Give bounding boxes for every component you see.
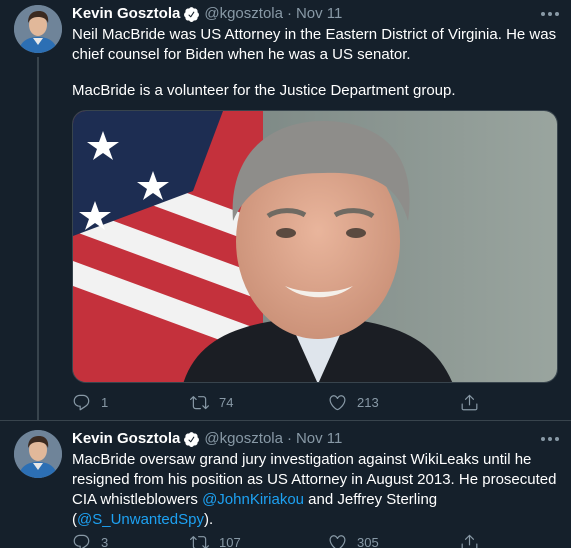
like-count: 213 [357,394,379,410]
tweet-actions: 1 74 213 [72,391,492,413]
retweet-button[interactable]: 74 [190,391,233,413]
more-options-icon[interactable] [539,6,561,22]
reply-button[interactable]: 1 [72,391,108,413]
tweet-text-segment: ). [203,511,214,528]
author-name[interactable]: Kevin Gosztola [72,4,180,24]
tweet-header: Kevin Gosztola @kgosztola · Nov 11 [72,429,342,449]
retweet-button[interactable]: 107 [190,531,241,548]
tweet-timestamp[interactable]: Nov 11 [296,429,342,449]
tweet-timestamp[interactable]: Nov 11 [296,4,342,24]
author-name[interactable]: Kevin Gosztola [72,429,180,449]
verified-badge-icon [183,6,200,23]
author-handle[interactable]: @kgosztola [204,429,283,449]
thread-line [37,57,39,420]
author-avatar[interactable] [14,5,62,53]
tweet-text: MacBride oversaw grand jury investigatio… [72,450,564,530]
author-avatar[interactable] [14,430,62,478]
like-icon [329,394,346,410]
tweet-text: Neil MacBride was US Attorney in the Eas… [72,26,557,63]
retweet-icon [190,535,209,548]
tweet-header: Kevin Gosztola @kgosztola · Nov 11 [72,4,342,24]
tweet-text-paragraph-2: MacBride is a volunteer for the Justice … [72,82,456,99]
share-icon [461,534,478,548]
like-icon [329,534,346,548]
separator-dot: · [286,430,292,447]
tweet-media-photo[interactable] [72,110,558,383]
separator-dot: · [286,5,292,22]
mention-link-johnkiriakou[interactable]: @JohnKiriakou [202,491,304,508]
tweet-1[interactable]: Kevin Gosztola @kgosztola · Nov 11 Neil … [0,0,571,420]
mention-link-s-unwantedspy[interactable]: @S_UnwantedSpy [77,511,204,528]
reply-icon [73,394,90,410]
author-handle[interactable]: @kgosztola [204,4,283,24]
share-button[interactable] [460,531,479,548]
retweet-icon [190,395,209,409]
share-icon [461,394,478,410]
reply-count: 3 [101,534,109,548]
retweet-count: 107 [219,534,241,548]
reply-button[interactable]: 3 [72,531,108,548]
like-count: 305 [357,534,379,548]
tweet-actions: 3 107 305 [72,531,492,548]
like-button[interactable]: 305 [328,531,379,548]
tweet-2[interactable]: Kevin Gosztola @kgosztola · Nov 11 MacBr… [0,421,571,548]
verified-badge-icon [183,431,200,448]
more-options-icon[interactable] [539,431,561,447]
reply-icon [73,534,90,548]
retweet-count: 74 [219,394,234,410]
reply-count: 1 [101,394,109,410]
like-button[interactable]: 213 [328,391,379,413]
share-button[interactable] [460,391,479,413]
